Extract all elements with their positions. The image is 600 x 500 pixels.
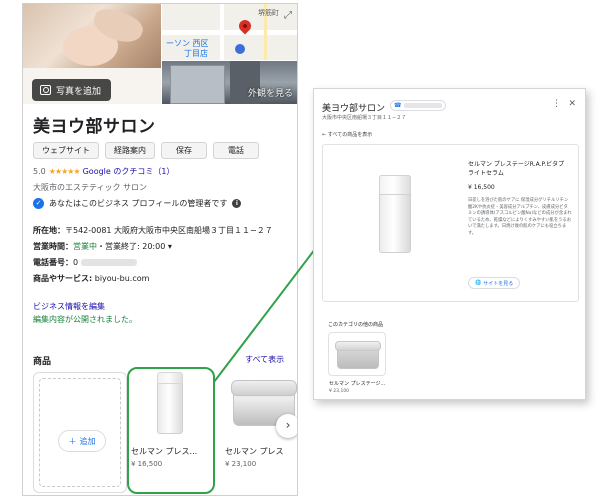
hours-status: 営業中 [73, 242, 97, 251]
product-name: セルマン プレス [225, 447, 284, 456]
other-product-price: ¥ 23,100 [329, 389, 350, 394]
other-products-label: このカテゴリの他の商品 [328, 322, 384, 328]
globe-icon: 🌐 [475, 280, 482, 286]
call-button[interactable]: 電話 [213, 142, 259, 159]
photo-strip: 写真を追加 堺筋町 ーソン 西区 丁目店 ⤢ 外観を見る [23, 4, 297, 104]
plus-icon: ＋ [68, 436, 77, 446]
product-detail-name: セルマン プレステージR.A.P.ビタプライトセラム [468, 161, 565, 177]
add-product-card[interactable]: ＋ 追加 [33, 372, 127, 493]
edit-published-note: 編集内容が公開されました。 [33, 315, 137, 324]
station-icon [235, 44, 245, 54]
close-icon[interactable]: ✕ [568, 99, 576, 109]
product-price: ¥ 23,100 [225, 460, 257, 468]
next-products-button[interactable]: › [276, 414, 297, 438]
product-detail-card: セルマン プレステージR.A.P.ビタプライトセラム ¥ 16,500 日差しを… [322, 144, 579, 302]
add-photo-label: 写真を追加 [56, 86, 102, 97]
visit-site-label: サイトを見る [483, 280, 514, 287]
manager-text: あなたはこのビジネス プロフィールの管理者です [49, 199, 228, 208]
products-services-value[interactable]: biyou-bu.com [95, 274, 150, 283]
product-detail-dialog: 美ヨウ部サロン ☎ ⋮ ✕ 大阪市中央区南船場３丁目１１−２７ ← すべての商品… [313, 88, 586, 400]
add-photo-button[interactable]: 写真を追加 [32, 79, 112, 101]
business-category: 大阪市のエステティック サロン [33, 183, 148, 192]
dialog-business-title: 美ヨウ部サロン [322, 104, 386, 114]
rating-stars: ★★★★★ [48, 167, 81, 176]
visit-site-button[interactable]: 🌐 サイトを見る [468, 277, 521, 289]
show-all-link[interactable]: すべて表示 [245, 354, 284, 365]
business-title: 美ヨウ部サロン [33, 117, 156, 137]
map-label: 堺筋町 [258, 9, 279, 17]
edit-business-link[interactable]: ビジネス情報を編集 [33, 301, 105, 312]
dialog-phone-chip[interactable]: ☎ [390, 100, 446, 111]
street-view-thumbnail[interactable]: 外観を見る [162, 61, 297, 104]
phone-prefix: 0 [73, 258, 79, 267]
address-value: 〒542-0081 大阪府大阪市中央区南船場３丁目１１−２７ [65, 226, 273, 235]
dialog-address: 大阪市中央区南船場３丁目１１−２７ [322, 115, 407, 121]
product-highlight-outline [127, 367, 215, 494]
phone-redacted [80, 259, 137, 266]
verified-check-icon: ✓ [33, 198, 44, 209]
info-icon[interactable]: i [232, 199, 242, 208]
camera-icon [40, 85, 51, 95]
map-thumbnail[interactable]: 堺筋町 ーソン 西区 丁目店 ⤢ [162, 4, 297, 60]
back-to-all-products-link[interactable]: ← すべての商品を表示 [322, 131, 372, 138]
phone-redacted [404, 103, 443, 108]
manager-notice: ✓ あなたはこのビジネス プロフィールの管理者です i [33, 198, 242, 209]
rating-row: 5.0 ★★★★★ Google のクチコミ（1） [33, 166, 174, 177]
action-buttons: ウェブサイト 経路案内 保存 電話 [33, 142, 259, 159]
add-product-button[interactable]: ＋ 追加 [58, 430, 106, 452]
salon-photo[interactable]: 写真を追加 [23, 4, 161, 104]
address-line: 所在地：〒542-0081 大阪府大阪市中央区南船場３丁目１１−２７ [33, 226, 273, 235]
hours-line[interactable]: 営業時間：営業中・営業終了: 20:00 ▾ [33, 239, 293, 255]
chevron-right-icon: › [285, 418, 291, 432]
website-button[interactable]: ウェブサイト [33, 142, 99, 159]
phone-line: 電話番号：0 [33, 255, 293, 271]
product-detail-price: ¥ 16,500 [468, 184, 495, 191]
business-info: 所在地：〒542-0081 大阪府大阪市中央区南船場３丁目１１−２７ 営業時間：… [33, 223, 293, 287]
expand-icon[interactable]: ⤢ [282, 10, 294, 22]
exterior-view-button[interactable]: 外観を見る [248, 86, 293, 99]
products-services-line: 商品やサービス: biyou-bu.com [33, 274, 150, 283]
reviews-link[interactable]: Google のクチコミ（1） [83, 166, 175, 177]
save-button[interactable]: 保存 [161, 142, 207, 159]
other-product-name: セルマン プレステージ... [329, 381, 386, 387]
products-heading: 商品 [33, 357, 52, 367]
rating-value: 5.0 [33, 167, 46, 176]
directions-button[interactable]: 経路案内 [105, 142, 155, 159]
add-product-label: 追加 [79, 436, 96, 446]
map-label: 丁目店 [184, 49, 208, 58]
phone-icon: ☎ [394, 102, 402, 109]
hours-detail[interactable]: ・営業終了: 20:00 ▾ [97, 242, 172, 251]
more-options-icon[interactable]: ⋮ [552, 99, 561, 109]
product-detail-description: 日差しを浴びた肌のケアに 保湿成分グリチルリチン酸2Kや抗炎症・美容成分アルブチ… [468, 198, 572, 236]
other-product-thumbnail[interactable] [328, 332, 386, 376]
